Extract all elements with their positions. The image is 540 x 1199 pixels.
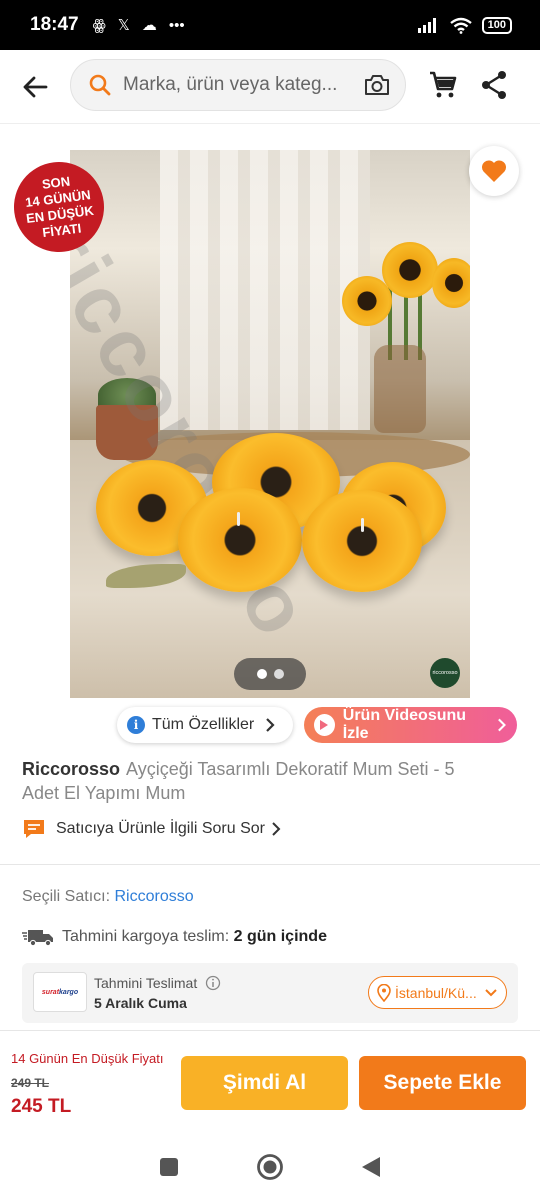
info-icon: i: [127, 716, 145, 734]
signal-icon: [417, 18, 436, 33]
cloud-icon: ☁: [141, 17, 157, 34]
camera-icon[interactable]: [363, 73, 391, 97]
features-label: Tüm Özellikler: [152, 716, 255, 733]
video-label: Ürün Videosunu İzle: [342, 707, 467, 742]
favorite-button[interactable]: [469, 146, 519, 196]
candle-graphic: [178, 488, 302, 592]
recent-apps-icon[interactable]: [158, 1156, 180, 1178]
truck-icon: [22, 930, 53, 947]
lowest-price-note: 14 Günün En Düşük Fiyatı: [11, 1051, 164, 1066]
cart-button[interactable]: [428, 70, 458, 105]
image-pagination[interactable]: [234, 658, 306, 690]
delivery-label: Tahmini Teslimat: [94, 975, 221, 991]
shipping-days: 2 gün içinde: [233, 928, 327, 945]
pagination-dot[interactable]: [273, 669, 284, 679]
arrow-left-icon: [23, 76, 48, 97]
chevron-right-icon: [266, 718, 275, 732]
status-notification-icons: ꙮ 𝕏 ☁ •••: [92, 16, 185, 35]
selected-seller: Seçili Satıcı: Riccorosso: [22, 888, 194, 906]
shipping-text: Tahmini kargoya teslim:: [62, 928, 230, 945]
vase-graphic: [374, 345, 426, 433]
product-image-gallery[interactable]: riccorosso riccorosso: [70, 150, 470, 698]
current-price: 245 TL: [11, 1096, 72, 1117]
product-title: Riccorosso Ayçiçeği Tasarımlı Dekoratif M…: [22, 757, 492, 805]
delivery-label-text: Tahmini Teslimat: [94, 975, 198, 991]
back-nav-icon[interactable]: [360, 1155, 382, 1179]
brand-logo: riccorosso: [430, 658, 460, 688]
ask-seller-label: Satıcıya Ürünle İlgili Soru Sor: [56, 820, 265, 837]
carrier-logo: surat kargo: [33, 972, 87, 1012]
delivery-estimate-box: surat kargo Tahmini Teslimat 5 Aralık Cum…: [22, 963, 518, 1023]
search-icon: [89, 74, 111, 96]
location-text: İstanbul/Kü...: [395, 984, 477, 1001]
status-bar: 18:47 ꙮ 𝕏 ☁ ••• 100: [0, 0, 540, 50]
more-notifications-icon: •••: [168, 16, 185, 34]
status-time: 18:47: [30, 14, 79, 35]
play-icon: [314, 714, 335, 736]
watch-video-button[interactable]: Ürün Videosunu İzle: [304, 707, 517, 743]
chevron-down-icon: [485, 988, 497, 996]
sunflower-graphic: [432, 258, 470, 308]
delivery-date: 5 Aralık Cuma: [94, 995, 187, 1011]
info-icon[interactable]: [205, 975, 221, 991]
location-pin-icon: [377, 983, 391, 1002]
pagination-dot-active[interactable]: [256, 669, 267, 679]
back-button[interactable]: [0, 75, 70, 99]
chat-icon: [24, 820, 44, 838]
wick-graphic: [237, 512, 240, 526]
add-to-cart-button[interactable]: Sepete Ekle: [359, 1056, 526, 1110]
home-icon[interactable]: [256, 1153, 284, 1181]
share-icon: [482, 71, 506, 99]
search-bar[interactable]: Marka, ürün veya kateg...: [70, 59, 406, 111]
battery-icon: 100: [481, 16, 512, 34]
seller-link[interactable]: Riccorosso: [114, 888, 193, 905]
search-input[interactable]: Marka, ürün veya kateg...: [123, 74, 363, 96]
buy-now-button[interactable]: Şimdi Al: [181, 1056, 348, 1110]
wifi-icon: [449, 17, 472, 34]
chevron-right-icon: [497, 718, 506, 732]
system-navigation-bar: [0, 1134, 540, 1199]
section-divider: [0, 864, 540, 865]
share-button[interactable]: [480, 70, 508, 105]
chevron-right-icon: [272, 822, 281, 836]
notification-icon-1: ꙮ: [92, 17, 106, 34]
candle-graphic: [302, 490, 422, 592]
x-app-icon: 𝕏: [117, 17, 130, 34]
carrier-logo-part: kargo: [59, 988, 79, 996]
seller-label: Seçili Satıcı:: [22, 888, 111, 905]
location-selector[interactable]: İstanbul/Kü...: [368, 976, 507, 1009]
wick-graphic: [361, 518, 364, 532]
heart-icon: [481, 160, 507, 182]
purchase-bar: 14 Günün En Düşük Fiyatı 249 TL 245 TL Ş…: [0, 1030, 540, 1134]
ask-seller-link[interactable]: Satıcıya Ürünle İlgili Soru Sor: [22, 818, 281, 840]
top-header: Marka, ürün veya kateg...: [0, 50, 540, 124]
brand-name[interactable]: Riccorosso: [22, 759, 120, 779]
shopping-cart-icon: [430, 71, 457, 98]
sunflower-graphic: [382, 242, 438, 298]
old-price: 249 TL: [11, 1076, 50, 1090]
all-features-button[interactable]: i Tüm Özellikler: [117, 707, 293, 743]
shipping-estimate: Tahmini kargoya teslim: 2 gün içinde: [22, 927, 327, 947]
carrier-logo-part: surat: [41, 988, 60, 996]
